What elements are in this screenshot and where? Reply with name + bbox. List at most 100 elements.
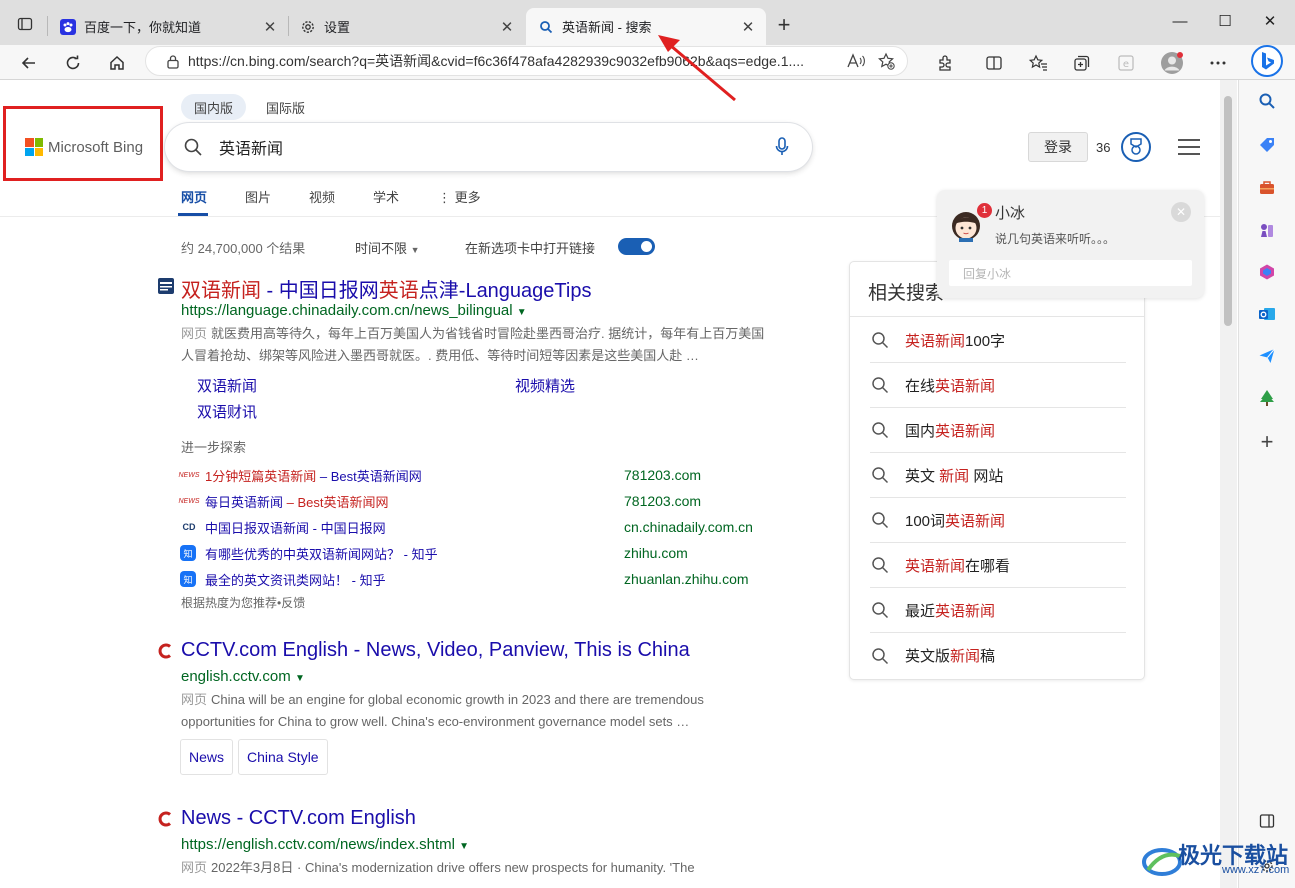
query-highlight: 英语新闻 bbox=[905, 332, 966, 350]
watermark-domain: www.xz7.com bbox=[1222, 864, 1290, 876]
open-new-tab-toggle[interactable] bbox=[618, 238, 655, 255]
query-text: 最近 bbox=[905, 602, 936, 620]
search-icon bbox=[870, 511, 890, 529]
result-url[interactable]: english.cctv.com ▼ bbox=[181, 668, 305, 685]
deep-link-chip[interactable]: News bbox=[180, 739, 234, 775]
profile-avatar[interactable] bbox=[1157, 48, 1187, 78]
rewards-medal-icon[interactable] bbox=[1121, 132, 1151, 162]
time-filter-label: 时间不限 bbox=[355, 241, 408, 256]
tab-academic[interactable]: 学术 bbox=[373, 187, 399, 206]
close-icon[interactable]: ✕ bbox=[1171, 202, 1191, 222]
caret-down-icon[interactable]: ▼ bbox=[517, 307, 527, 318]
reply-input[interactable]: 回复小冰 bbox=[949, 260, 1192, 286]
add-favorite-icon[interactable] bbox=[871, 48, 901, 74]
tab-more[interactable]: ⋮ 更多 bbox=[438, 187, 481, 206]
related-search-text: 在线英语新闻 bbox=[905, 375, 995, 396]
games-chess-icon[interactable] bbox=[1253, 216, 1281, 244]
extensions-icon[interactable] bbox=[930, 48, 960, 78]
sublink[interactable]: 视频精选 bbox=[515, 375, 575, 396]
result-title-link[interactable]: 双语新闻 - 中国日报网英语点津-LanguageTips bbox=[181, 274, 591, 303]
tools-briefcase-icon[interactable] bbox=[1253, 174, 1281, 202]
rewards-points[interactable]: 36 bbox=[1096, 140, 1110, 155]
title-text: - 知乎 bbox=[348, 572, 386, 588]
related-search-item[interactable]: 在线英语新闻 bbox=[870, 363, 1126, 408]
related-search-item[interactable]: 国内英语新闻 bbox=[870, 408, 1126, 453]
add-icon[interactable]: + bbox=[1253, 428, 1281, 456]
related-search-item[interactable]: 英语新闻100字 bbox=[870, 318, 1126, 363]
bing-copilot-icon[interactable] bbox=[1250, 44, 1284, 78]
search-input[interactable]: 英语新闻 bbox=[213, 135, 762, 159]
search-icon bbox=[870, 466, 890, 484]
read-aloud-icon[interactable] bbox=[841, 48, 871, 74]
minimize-button[interactable]: — bbox=[1160, 8, 1200, 34]
result-url[interactable]: https://english.cctv.com/news/index.shtm… bbox=[181, 836, 469, 853]
page-scrollbar[interactable] bbox=[1220, 80, 1237, 888]
open-new-tab-label: 在新选项卡中打开链接 bbox=[465, 241, 596, 256]
explore-item[interactable]: 知 有哪些优秀的中英双语新闻网站？ - 知乎 bbox=[180, 543, 438, 563]
related-search-item[interactable]: 最近英语新闻 bbox=[870, 588, 1126, 633]
tab-baidu[interactable]: 百度一下，你就知道 ✕ bbox=[48, 8, 288, 45]
tab-videos[interactable]: 视频 bbox=[309, 187, 335, 206]
explore-item[interactable]: CD 中国日报双语新闻 - 中国日报网 bbox=[180, 517, 386, 537]
related-search-item[interactable]: 英语新闻在哪看 bbox=[870, 543, 1126, 588]
address-bar[interactable]: https://cn.bing.com/search?q=英语新闻&cvid=f… bbox=[145, 46, 908, 76]
split-screen-icon[interactable] bbox=[979, 48, 1009, 78]
sublink[interactable]: 双语财讯 bbox=[197, 401, 257, 422]
search-icon[interactable] bbox=[173, 137, 213, 157]
tab-settings[interactable]: 设置 ✕ bbox=[288, 8, 525, 45]
caret-down-icon[interactable]: ▼ bbox=[459, 841, 469, 852]
search-box[interactable]: 英语新闻 bbox=[165, 123, 812, 171]
favorites-icon[interactable] bbox=[1023, 48, 1053, 78]
time-filter-dropdown[interactable]: 时间不限 ▼ bbox=[355, 238, 420, 257]
more-menu-icon[interactable] bbox=[1203, 48, 1233, 78]
explore-item[interactable]: NEWS 1分钟短篇英语新闻 – Best英语新闻网 bbox=[179, 465, 422, 485]
back-button[interactable] bbox=[14, 48, 44, 78]
ie-mode-icon[interactable]: e bbox=[1111, 48, 1141, 78]
new-tab-button[interactable]: + bbox=[770, 12, 798, 38]
scrollbar-thumb[interactable] bbox=[1224, 96, 1232, 326]
sublink[interactable]: 双语新闻 bbox=[197, 375, 257, 396]
explore-footer[interactable]: 根据热度为您推荐•反馈 bbox=[181, 594, 305, 611]
close-icon[interactable]: ✕ bbox=[260, 17, 280, 37]
window-close-button[interactable]: ✕ bbox=[1250, 8, 1290, 34]
related-search-text: 英文版新闻稿 bbox=[905, 645, 995, 666]
collections-icon[interactable] bbox=[1067, 48, 1097, 78]
sidebar-search-icon[interactable] bbox=[1253, 87, 1281, 115]
maximize-button[interactable]: ☐ bbox=[1205, 8, 1245, 34]
outlook-icon[interactable] bbox=[1253, 300, 1281, 328]
login-button[interactable]: 登录 bbox=[1028, 132, 1088, 162]
result-title-link[interactable]: News - CCTV.com English bbox=[181, 807, 416, 830]
related-search-text: 英语新闻在哪看 bbox=[905, 555, 1010, 576]
snippet-line: 就医费用高等待久，每年上百万美国人为省钱省时冒险赴墨西哥治疗. 据统计，每年有上… bbox=[211, 326, 765, 341]
home-button[interactable] bbox=[102, 48, 132, 78]
tab-actions-icon[interactable] bbox=[10, 11, 40, 37]
result-title-link[interactable]: CCTV.com English - News, Video, Panview,… bbox=[181, 639, 690, 662]
refresh-button[interactable] bbox=[58, 48, 88, 78]
scope-international[interactable]: 国际版 bbox=[253, 94, 318, 120]
explore-domain: 781203.com bbox=[624, 493, 702, 509]
related-search-item[interactable]: 英文 新闻 网站 bbox=[870, 453, 1126, 498]
send-plane-icon[interactable] bbox=[1253, 342, 1281, 370]
hamburger-menu-icon[interactable] bbox=[1178, 136, 1200, 158]
related-search-item[interactable]: 英文版新闻稿 bbox=[870, 633, 1126, 678]
tree-icon[interactable] bbox=[1253, 384, 1281, 412]
zhihu-icon: 知 bbox=[180, 545, 196, 561]
deep-link-chip[interactable]: China Style bbox=[238, 739, 328, 775]
result-url[interactable]: https://language.chinadaily.com.cn/news_… bbox=[181, 302, 527, 319]
microsoft365-icon[interactable] bbox=[1253, 258, 1281, 286]
explore-item[interactable]: 知 最全的英文资讯类网站！ - 知乎 bbox=[180, 569, 386, 589]
query-text: 在哪看 bbox=[965, 557, 1011, 575]
lock-icon[interactable] bbox=[158, 54, 188, 69]
tab-images[interactable]: 图片 bbox=[245, 187, 271, 206]
bing-logo[interactable]: Microsoft Bing bbox=[25, 138, 143, 156]
microphone-icon[interactable] bbox=[762, 137, 802, 157]
scope-domestic[interactable]: 国内版 bbox=[181, 94, 247, 120]
close-icon[interactable]: ✕ bbox=[497, 17, 517, 37]
search-icon bbox=[870, 556, 890, 574]
explore-item[interactable]: NEWS 每日英语新闻 – Best英语新闻网 bbox=[179, 491, 389, 511]
tab-web[interactable]: 网页 bbox=[181, 187, 207, 206]
xiaobing-name: 小冰 bbox=[995, 205, 1026, 222]
caret-down-icon[interactable]: ▼ bbox=[295, 673, 305, 684]
related-search-item[interactable]: 100词英语新闻 bbox=[870, 498, 1126, 543]
shopping-tag-icon[interactable] bbox=[1253, 131, 1281, 159]
